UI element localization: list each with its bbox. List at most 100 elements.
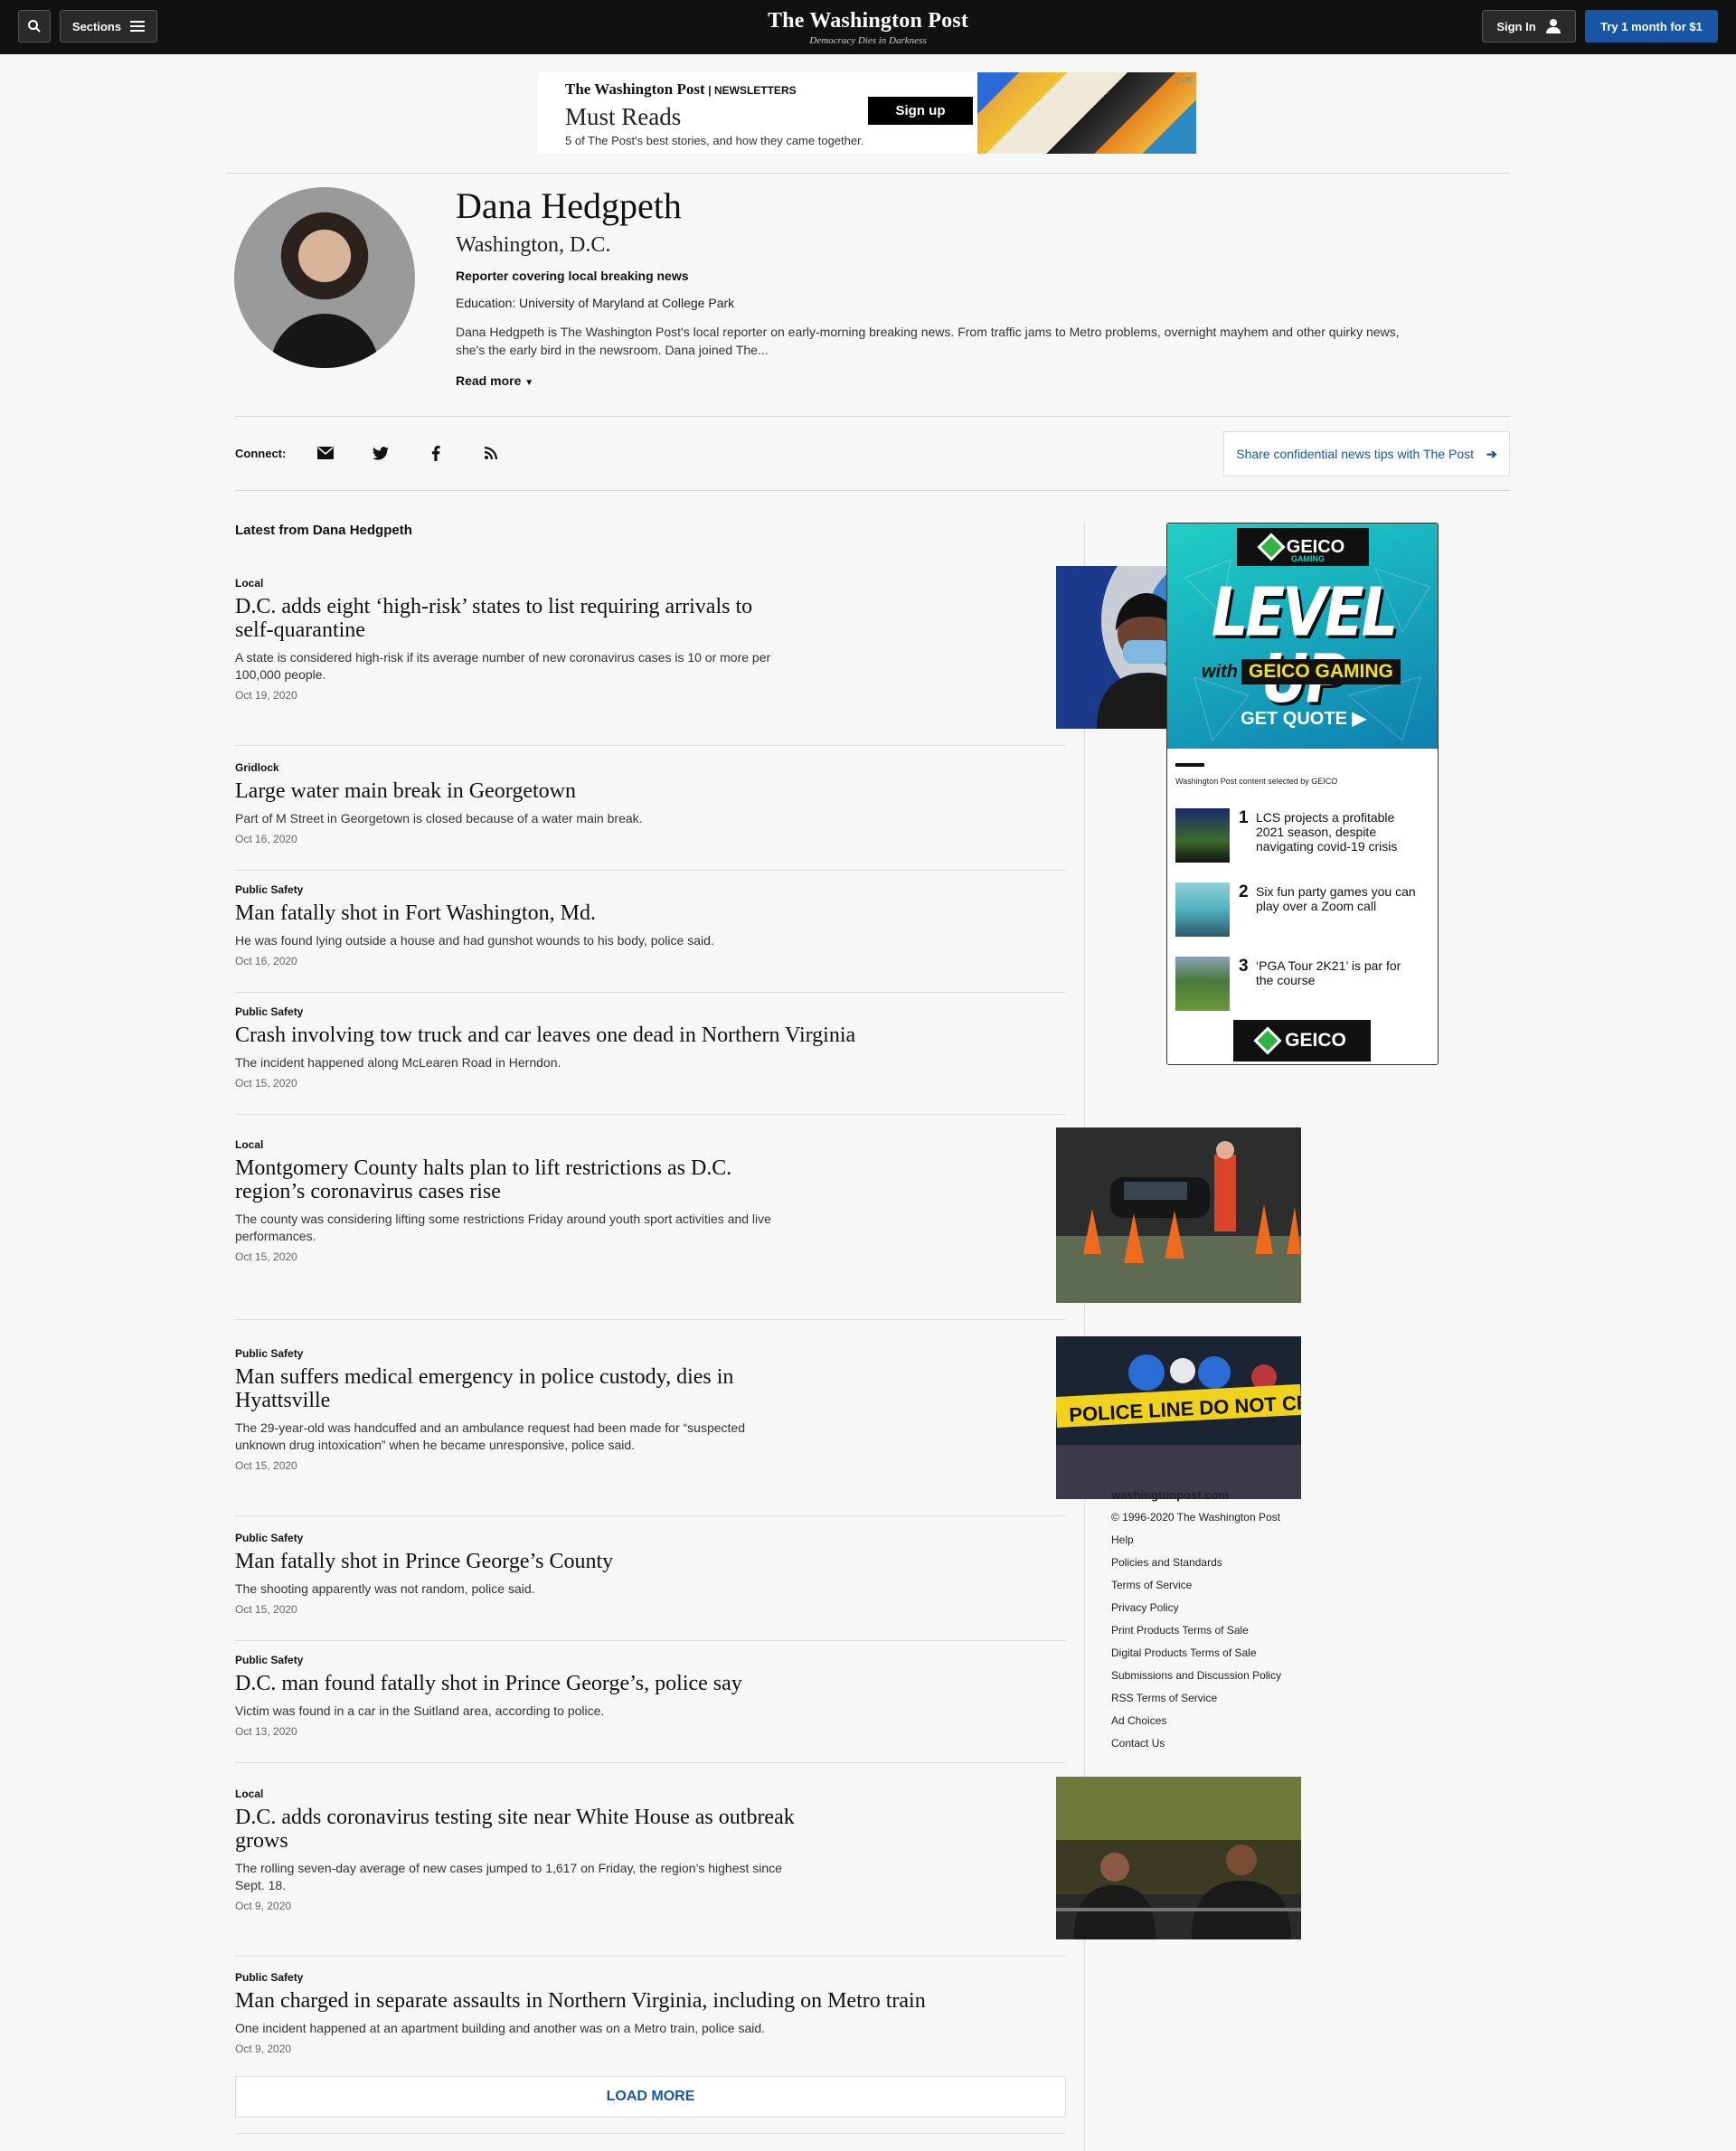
story-headline[interactable]: Montgomery County halts plan to lift res… xyxy=(235,1156,796,1203)
story-kicker[interactable]: Gridlock xyxy=(235,761,1066,774)
footer-link-policies[interactable]: Policies and Standards xyxy=(1111,1552,1281,1574)
geico-sidebar-ad[interactable]: GEICOGAMING LEVEL UP with GEICO GAMING G… xyxy=(1166,523,1439,1065)
sign-in-button[interactable]: Sign In xyxy=(1482,10,1576,42)
facebook-icon[interactable] xyxy=(425,442,447,464)
footer-link-terms[interactable]: Terms of Service xyxy=(1111,1574,1281,1597)
item-text[interactable]: ‘PGA Tour 2K21’ is par for the course xyxy=(1256,958,1419,987)
confidential-tips-button[interactable]: Share confidential news tips with The Po… xyxy=(1223,431,1510,476)
story-blurb: The 29-year-old was handcuffed and an am… xyxy=(235,1420,745,1452)
story-card[interactable]: Public Safety Man fatally shot in Fort W… xyxy=(235,883,1066,993)
story-kicker[interactable]: Public Safety xyxy=(235,1347,1066,1360)
item-text[interactable]: LCS projects a profitable 2021 season, d… xyxy=(1256,810,1419,854)
footer-link-contact[interactable]: Contact Us xyxy=(1111,1732,1281,1755)
story-blurb: One incident happened at an apartment bu… xyxy=(235,2021,766,2035)
newsletter-signup-button[interactable]: Sign up xyxy=(868,97,973,125)
sponsored-item[interactable]: 3 ‘PGA Tour 2K21’ is par for the course xyxy=(1175,957,1429,1013)
story-card[interactable]: Local D.C. adds eight ‘high-risk’ states… xyxy=(235,566,1301,746)
story-card[interactable]: Local Montgomery County halts plan to li… xyxy=(235,1127,1301,1320)
story-headline[interactable]: Man charged in separate assaults in Nort… xyxy=(235,1989,1066,2013)
story-blurb: A state is considered high-risk if its a… xyxy=(235,650,771,682)
sponsored-item[interactable]: 1 LCS projects a profitable 2021 season,… xyxy=(1175,808,1429,864)
story-kicker[interactable]: Local xyxy=(235,577,1066,590)
geico-logo: GEICO GAMING xyxy=(1237,528,1369,566)
story-kicker[interactable]: Local xyxy=(235,1788,1066,1800)
story-kicker[interactable]: Public Safety xyxy=(235,1005,1066,1018)
story-thumbnail[interactable] xyxy=(1056,1777,1301,1939)
geico-ad-banner[interactable]: GEICOGAMING LEVEL UP with GEICO GAMING G… xyxy=(1167,524,1438,749)
item-number: 1 xyxy=(1239,808,1249,827)
story-headline[interactable]: D.C. adds eight ‘high-risk’ states to li… xyxy=(235,595,796,642)
sponsored-thumbnail xyxy=(1175,882,1230,937)
geico-headline: LEVEL UP xyxy=(1211,574,1399,712)
newsletter-subtitle: 5 of The Post's best stories, and how th… xyxy=(565,134,864,147)
sponsor-label: Washington Post content selected by GEIC… xyxy=(1175,777,1338,786)
newsletter-ad-banner[interactable]: The Washington Post | NEWSLETTERS Must R… xyxy=(538,72,1196,154)
email-icon[interactable] xyxy=(315,442,336,464)
story-kicker[interactable]: Public Safety xyxy=(235,1532,1066,1544)
newsletter-brand: The Washington Post | NEWSLETTERS xyxy=(565,80,797,98)
read-more-toggle[interactable]: Read more ▼ xyxy=(456,373,533,388)
story-headline[interactable]: Man fatally shot in Fort Washington, Md. xyxy=(235,901,1066,925)
twitter-icon[interactable] xyxy=(370,442,392,464)
newsletter-title: Must Reads xyxy=(565,103,682,130)
story-kicker[interactable]: Public Safety xyxy=(235,1654,1066,1666)
footer-copyright: © 1996-2020 The Washington Post xyxy=(1111,1511,1280,1524)
trial-label: Try 1 month for $1 xyxy=(1600,19,1703,33)
subscribe-trial-button[interactable]: Try 1 month for $1 xyxy=(1585,10,1718,42)
footer-link-rss-terms[interactable]: RSS Terms of Service xyxy=(1111,1687,1281,1710)
story-card[interactable]: Public Safety Man fatally shot in Prince… xyxy=(235,1532,1066,1641)
story-date: Oct 15, 2020 xyxy=(235,1459,297,1472)
geico-gaming-text: GEICO GAMING xyxy=(1241,659,1401,684)
item-text[interactable]: Six fun party games you can play over a … xyxy=(1256,884,1419,913)
logo-wordmark[interactable]: The Washington Post xyxy=(0,9,1736,33)
story-thumbnail[interactable]: POLICE LINE DO NOT CROSS xyxy=(1056,1336,1301,1499)
story-card[interactable]: Gridlock Large water main break in Georg… xyxy=(235,761,1066,871)
story-blurb: The incident happened along McLearen Roa… xyxy=(235,1055,561,1070)
connect-label: Connect: xyxy=(235,447,287,460)
geico-footer-logo[interactable]: GEICO xyxy=(1233,1020,1371,1061)
story-date: Oct 19, 2020 xyxy=(235,689,297,702)
item-number: 3 xyxy=(1239,957,1249,976)
story-thumbnail[interactable] xyxy=(1056,1127,1301,1303)
geico-diamond-icon xyxy=(1253,1026,1282,1055)
story-card[interactable]: Public Safety Crash involving tow truck … xyxy=(235,1005,1066,1115)
story-headline[interactable]: Crash involving tow truck and car leaves… xyxy=(235,1024,1066,1047)
story-card[interactable]: Public Safety Man suffers medical emerge… xyxy=(235,1336,1301,1516)
story-headline[interactable]: D.C. man found fatally shot in Prince Ge… xyxy=(235,1672,1066,1695)
story-headline[interactable]: Man fatally shot in Prince George’s Coun… xyxy=(235,1550,1066,1573)
author-avatar xyxy=(234,187,415,368)
story-blurb: The shooting apparently was not random, … xyxy=(235,1581,535,1596)
author-education: Education: University of Maryland at Col… xyxy=(456,296,735,310)
story-kicker[interactable]: Public Safety xyxy=(235,1971,1066,1984)
geico-diamond-icon xyxy=(1257,533,1286,561)
story-card[interactable]: Public Safety Man charged in separate as… xyxy=(235,1971,1066,2061)
story-kicker[interactable]: Local xyxy=(235,1138,1066,1151)
footer-link-ad-choices[interactable]: Ad Choices xyxy=(1111,1710,1281,1732)
divider xyxy=(235,2133,1066,2134)
story-blurb: Part of M Street in Georgetown is closed… xyxy=(235,811,643,825)
story-kicker[interactable]: Public Safety xyxy=(235,883,1066,896)
ad-choices-icon[interactable]: ▷✕ xyxy=(1176,74,1193,86)
story-headline[interactable]: D.C. adds coronavirus testing site near … xyxy=(235,1806,796,1853)
author-bio: Dana Hedgpeth is The Washington Post's l… xyxy=(456,325,1400,357)
load-more-button[interactable]: LOAD MORE xyxy=(235,2076,1066,2118)
footer-site-name[interactable]: washingtonpost.com xyxy=(1111,1484,1281,1506)
story-card[interactable]: Local D.C. adds coronavirus testing site… xyxy=(235,1777,1301,1957)
get-quote-button[interactable]: GET QUOTE ▶ xyxy=(1167,707,1438,730)
footer-link-help[interactable]: Help xyxy=(1111,1529,1281,1552)
story-headline[interactable]: Large water main break in Georgetown xyxy=(235,779,1066,803)
story-date: Oct 15, 2020 xyxy=(235,1077,297,1090)
author-name: Dana Hedgpeth xyxy=(456,185,682,226)
user-icon xyxy=(1545,19,1561,33)
story-headline[interactable]: Man suffers medical emergency in police … xyxy=(235,1365,796,1412)
footer-link-print-terms[interactable]: Print Products Terms of Sale xyxy=(1111,1619,1281,1642)
footer-link-privacy[interactable]: Privacy Policy xyxy=(1111,1597,1281,1619)
sponsored-item[interactable]: 2 Six fun party games you can play over … xyxy=(1175,882,1429,939)
footer-link-digital-terms[interactable]: Digital Products Terms of Sale xyxy=(1111,1642,1281,1665)
item-number: 2 xyxy=(1239,882,1249,901)
rss-icon[interactable] xyxy=(480,442,502,464)
arrow-right-icon: ➔ xyxy=(1486,446,1497,461)
story-card[interactable]: Public Safety D.C. man found fatally sho… xyxy=(235,1654,1066,1763)
logo-tagline: Democracy Dies in Darkness xyxy=(809,35,927,46)
footer-link-submissions[interactable]: Submissions and Discussion Policy xyxy=(1111,1665,1281,1687)
